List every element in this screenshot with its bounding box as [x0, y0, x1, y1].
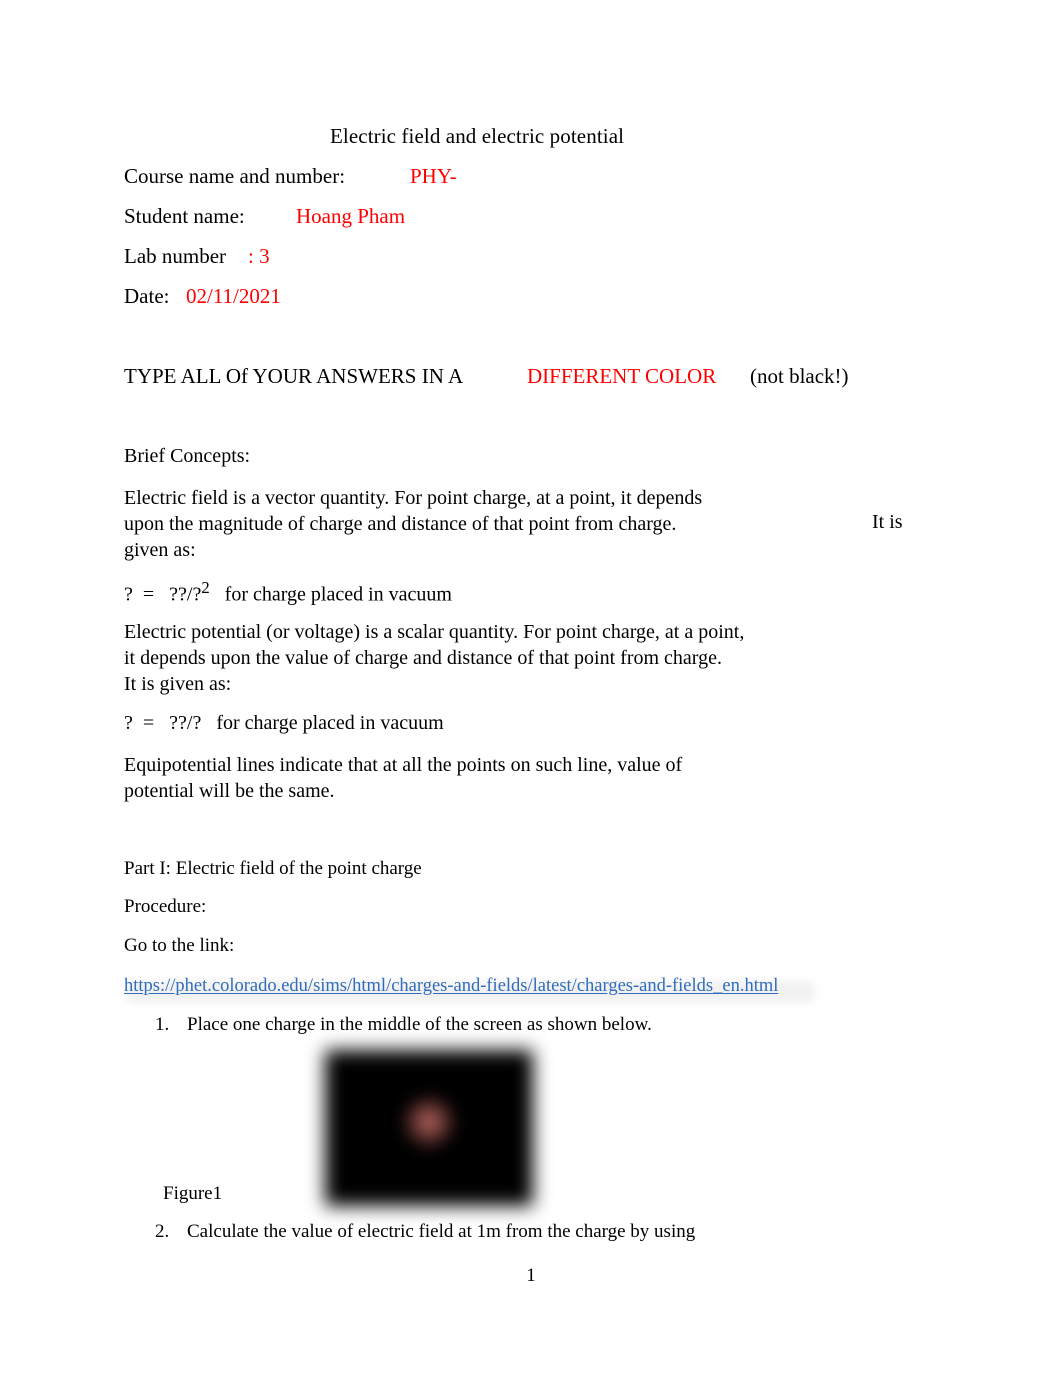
- point-charge-glow-icon: [392, 1084, 466, 1159]
- electric-potential-paragraph: Electric potential (or voltage) is a sca…: [124, 621, 745, 695]
- electric-field-paragraph-tail: It is: [872, 511, 903, 533]
- simulation-link-container: https://phet.colorado.edu/sims/html/char…: [124, 976, 814, 1003]
- simulation-screenshot-figure: [325, 1050, 533, 1206]
- electric-field-formula-exponent: 2: [201, 578, 210, 597]
- page-number: 1: [526, 1265, 536, 1286]
- lab-number-label: Lab number: [124, 244, 227, 268]
- student-name-value: Hoang Pham: [296, 204, 406, 228]
- answer-color-notice-highlight: DIFFERENT COLOR: [527, 364, 717, 388]
- page-title: Electric field and electric potential: [330, 124, 625, 148]
- course-label: Course name and number:: [124, 164, 346, 188]
- electric-field-formula: ? = ??/?2 for charge placed in vacuum: [124, 578, 452, 606]
- electric-potential-formula-note: for charge placed in vacuum: [216, 712, 444, 734]
- list-item-marker: 1.: [155, 1014, 170, 1035]
- list-item: Calculate the value of electric field at…: [187, 1221, 696, 1242]
- equipotential-paragraph: Equipotential lines indicate that at all…: [124, 754, 683, 802]
- figure-caption: Figure1: [163, 1183, 223, 1204]
- student-name-label: Student name:: [124, 204, 245, 228]
- brief-concepts-heading: Brief Concepts:: [124, 445, 251, 467]
- procedure-heading: Procedure:: [124, 896, 207, 917]
- date-label: Date:: [124, 284, 170, 308]
- electric-field-formula-note: [210, 584, 225, 606]
- date-value: 02/11/2021: [186, 284, 281, 308]
- electric-potential-formula-expression: ? = ??/?: [124, 712, 202, 734]
- answer-color-notice-tail: (not black!): [750, 364, 849, 388]
- answer-color-notice: TYPE ALL Of YOUR ANSWERS IN A: [124, 364, 464, 388]
- electric-field-paragraph: Electric field is a vector quantity. For…: [124, 487, 703, 561]
- document-page: Electric field and electric potential Co…: [0, 0, 1062, 1377]
- list-item-marker: 2.: [155, 1221, 170, 1242]
- list-item: Place one charge in the middle of the sc…: [187, 1014, 652, 1035]
- electric-field-formula-expression: ? = ??/?: [124, 583, 202, 606]
- go-to-link-label: Go to the link:: [124, 935, 235, 956]
- simulation-link[interactable]: https://phet.colorado.edu/sims/html/char…: [124, 976, 778, 996]
- part-one-heading: Part I: Electric field of the point char…: [124, 858, 422, 879]
- electric-potential-formula: ? = ??/? for charge placed in vacuum: [124, 712, 444, 735]
- lab-number-value: : 3: [248, 244, 270, 268]
- course-value: PHY-: [410, 164, 457, 188]
